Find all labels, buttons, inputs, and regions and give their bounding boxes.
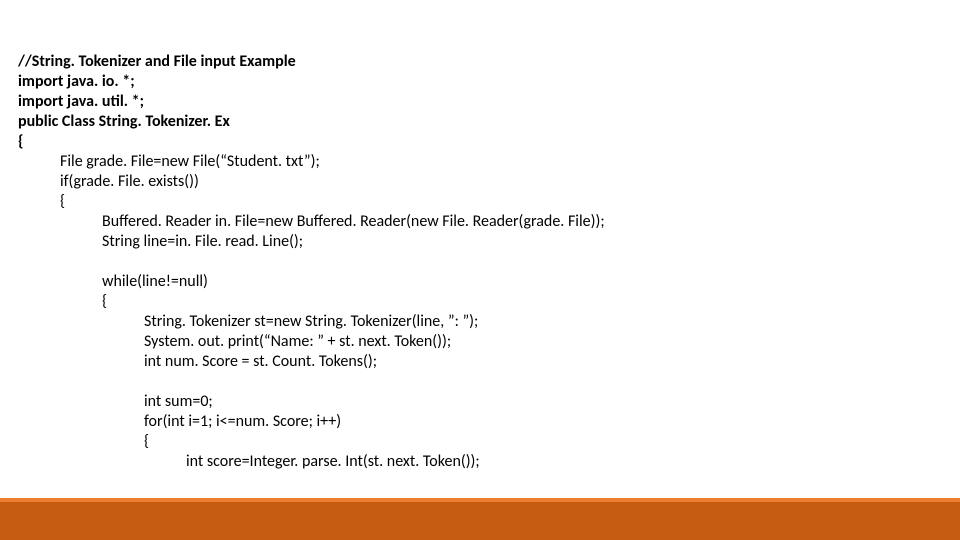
code-line: int score=Integer. parse. Int(st. next. … bbox=[186, 452, 480, 471]
code-line: String line=in. File. read. Line(); bbox=[102, 232, 303, 251]
code-line: File grade. File=new File(“Student. txt”… bbox=[60, 152, 320, 171]
code-block: //String. Tokenizer and File input Examp… bbox=[18, 32, 960, 472]
code-line: int sum=0; bbox=[144, 392, 213, 411]
code-line: while(line!=null) bbox=[102, 272, 208, 291]
slide: //String. Tokenizer and File input Examp… bbox=[0, 0, 960, 540]
code-line: import java. io. *; bbox=[18, 72, 135, 91]
code-line: import java. util. *; bbox=[18, 92, 144, 111]
code-line: int num. Score = st. Count. Tokens(); bbox=[144, 352, 377, 371]
code-line: String. Tokenizer st=new String. Tokeniz… bbox=[144, 312, 478, 331]
code-line: //String. Tokenizer and File input Examp… bbox=[18, 52, 296, 71]
code-line: public Class String. Tokenizer. Ex bbox=[18, 112, 230, 131]
code-line: { bbox=[144, 432, 149, 451]
code-line: { bbox=[102, 292, 107, 311]
footer-bar bbox=[0, 502, 960, 540]
code-line: System. out. print(“Name: ” + st. next. … bbox=[144, 332, 451, 351]
code-line: { bbox=[18, 132, 24, 151]
code-line: for(int i=1; i<=num. Score; i++) bbox=[144, 412, 341, 431]
code-line: if(grade. File. exists()) bbox=[60, 172, 199, 191]
code-line: Buffered. Reader in. File=new Buffered. … bbox=[102, 212, 605, 231]
code-line: { bbox=[60, 192, 65, 211]
